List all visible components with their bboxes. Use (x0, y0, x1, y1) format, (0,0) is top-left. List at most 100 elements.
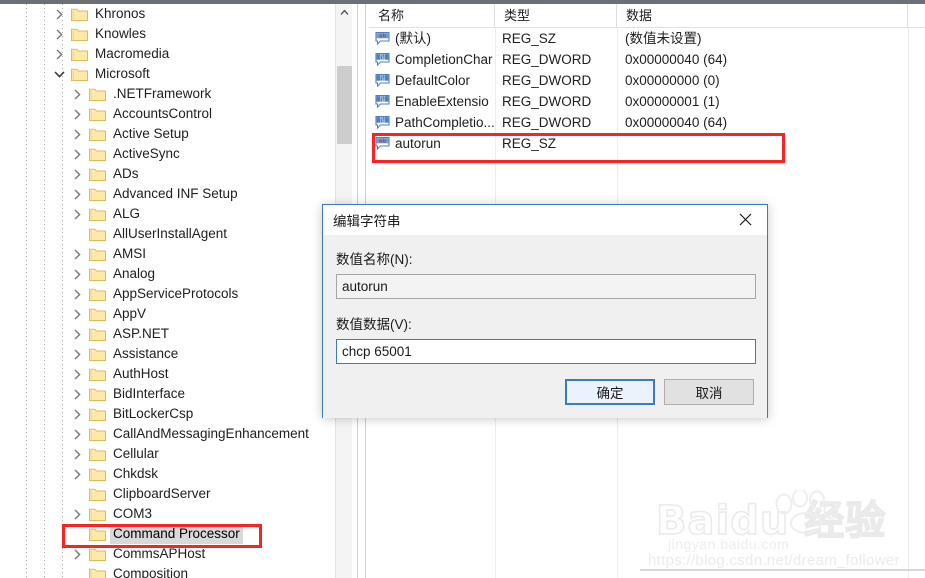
watermark-underline (640, 569, 925, 571)
value-row[interactable]: 011 110 EnableExtensio REG_DWORD 0x00000001 … (369, 91, 925, 112)
chevron-right-icon[interactable] (69, 306, 85, 322)
chevron-right-icon[interactable] (69, 346, 85, 362)
values-column-header: 名称 类型 数据 (369, 4, 925, 28)
chevron-right-icon[interactable] (69, 246, 85, 262)
chevron-right-icon[interactable] (69, 106, 85, 122)
tree-item-ads[interactable]: ADs (0, 164, 352, 184)
chevron-right-icon[interactable] (69, 286, 85, 302)
chevron-right-icon[interactable] (69, 266, 85, 282)
ok-button[interactable]: 确定 (565, 379, 655, 405)
value-row[interactable]: 011 110 DefaultColor REG_DWORD 0x00000000 (0… (369, 70, 925, 91)
tree-item-microsoft[interactable]: Microsoft (0, 64, 352, 84)
tree-item-label: Command Processor (110, 524, 243, 544)
folder-icon (89, 227, 106, 241)
chevron-down-icon[interactable] (51, 66, 67, 82)
tree-item-label: ClipboardServer (113, 486, 211, 501)
chevron-right-icon[interactable] (69, 386, 85, 402)
tree-item-amsi[interactable]: AMSI (0, 244, 352, 264)
chevron-right-icon[interactable] (69, 206, 85, 222)
chevron-right-icon[interactable] (69, 426, 85, 442)
tree-item-clipboardserver[interactable]: ClipboardServer (0, 484, 352, 504)
chevron-right-icon[interactable] (51, 26, 67, 42)
close-icon[interactable] (723, 205, 767, 234)
value-row[interactable]: ab (默认) REG_SZ (数值未设置) (369, 28, 925, 49)
value-name-input[interactable] (336, 274, 756, 299)
chevron-right-icon[interactable] (51, 6, 67, 22)
folder-icon (89, 107, 106, 121)
tree-item-cellular[interactable]: Cellular (0, 444, 352, 464)
chevron-right-icon[interactable] (69, 366, 85, 382)
tree-item-alg[interactable]: ALG (0, 204, 352, 224)
tree-item-callandmessagingenhancement[interactable]: CallAndMessagingEnhancement (0, 424, 352, 444)
tree-item-bitlockercsp[interactable]: BitLockerCsp (0, 404, 352, 424)
tree-item-accountscontrol[interactable]: AccountsControl (0, 104, 352, 124)
dialog-title-bar[interactable]: 编辑字符串 (323, 205, 767, 235)
registry-key-tree-panel[interactable]: Khronos Knowles Macromedia Microsoft .NETFra… (0, 4, 352, 578)
tree-item-appserviceprotocols[interactable]: AppServiceProtocols (0, 284, 352, 304)
folder-icon (89, 547, 106, 561)
chevron-right-icon[interactable] (69, 126, 85, 142)
chevron-right-icon[interactable] (69, 446, 85, 462)
chevron-right-icon[interactable] (69, 86, 85, 102)
column-header-data[interactable]: 数据 (617, 4, 908, 27)
value-data-input[interactable] (336, 339, 756, 364)
tree-item-command-processor[interactable]: Command Processor (0, 524, 352, 544)
column-header-name[interactable]: 名称 (369, 4, 495, 27)
chevron-right-icon[interactable] (69, 146, 85, 162)
tree-item-label: Advanced INF Setup (113, 186, 238, 201)
tree-item-asp-net[interactable]: ASP.NET (0, 324, 352, 344)
tree-item-alluserinstallagent[interactable]: AllUserInstallAgent (0, 224, 352, 244)
chevron-up-icon[interactable] (336, 4, 352, 21)
registry-editor-window: Khronos Knowles Macromedia Microsoft .NETFra… (0, 0, 925, 578)
tree-scrollbar-thumb[interactable] (337, 66, 352, 144)
tree-item-composition[interactable]: Composition (0, 564, 352, 578)
tree-item-chkdsk[interactable]: Chkdsk (0, 464, 352, 484)
tree-item-label: AllUserInstallAgent (113, 226, 228, 241)
tree-item-label: Assistance (113, 346, 179, 361)
tree-item-com3[interactable]: COM3 (0, 504, 352, 524)
tree-item-label: Microsoft (95, 66, 150, 81)
svg-text:110: 110 (380, 56, 386, 60)
chevron-right-icon[interactable] (69, 546, 85, 562)
value-name: EnableExtensio (395, 94, 489, 109)
chevron-right-icon[interactable] (69, 406, 85, 422)
values-row-container: ab (默认) REG_SZ (数值未设置) 011 110 CompletionChar R… (369, 28, 925, 154)
dword-value-icon: 011 110 (375, 115, 390, 130)
tree-item-active-setup[interactable]: Active Setup (0, 124, 352, 144)
tree-item-netframework[interactable]: .NETFramework (0, 84, 352, 104)
tree-item-appv[interactable]: AppV (0, 304, 352, 324)
tree-item-knowles[interactable]: Knowles (0, 24, 352, 44)
value-data: 0x00000001 (1) (625, 94, 720, 109)
tree-item-analog[interactable]: Analog (0, 264, 352, 284)
tree-item-advanced-inf-setup[interactable]: Advanced INF Setup (0, 184, 352, 204)
tree-item-commsaphost[interactable]: CommsAPHost (0, 544, 352, 564)
dword-value-icon: 011 110 (375, 94, 390, 109)
cancel-button[interactable]: 取消 (664, 379, 754, 405)
folder-icon (71, 7, 88, 21)
column-header-type[interactable]: 类型 (495, 4, 617, 27)
svg-text:ab: ab (379, 139, 387, 145)
folder-icon (89, 307, 106, 321)
chevron-right-icon[interactable] (69, 506, 85, 522)
tree-item-label: BidInterface (113, 386, 186, 401)
chevron-right-icon[interactable] (69, 186, 85, 202)
chevron-right-icon[interactable] (69, 166, 85, 182)
edit-string-dialog[interactable]: 编辑字符串 数值名称(N): 数值数据(V): 确定 取消 (322, 204, 768, 418)
value-row[interactable]: 011 110 PathCompletio... REG_DWORD 0x0000004… (369, 112, 925, 133)
chevron-right-icon[interactable] (69, 326, 85, 342)
tree-item-macromedia[interactable]: Macromedia (0, 44, 352, 64)
tree-item-khronos[interactable]: Khronos (0, 4, 352, 24)
value-row[interactable]: 011 110 CompletionChar REG_DWORD 0x00000040 … (369, 49, 925, 70)
tree-item-label: Cellular (113, 446, 159, 461)
value-row[interactable]: ab autorun REG_SZ (369, 133, 925, 154)
tree-item-assistance[interactable]: Assistance (0, 344, 352, 364)
folder-icon (89, 247, 106, 261)
folder-icon (89, 407, 106, 421)
chevron-right-icon[interactable] (69, 466, 85, 482)
value-data-label: 数值数据(V): (336, 317, 412, 332)
chevron-right-icon[interactable] (51, 46, 67, 62)
tree-item-bidinterface[interactable]: BidInterface (0, 384, 352, 404)
tree-item-activesync[interactable]: ActiveSync (0, 144, 352, 164)
tree-item-label: ALG (113, 206, 141, 221)
tree-item-authhost[interactable]: AuthHost (0, 364, 352, 384)
